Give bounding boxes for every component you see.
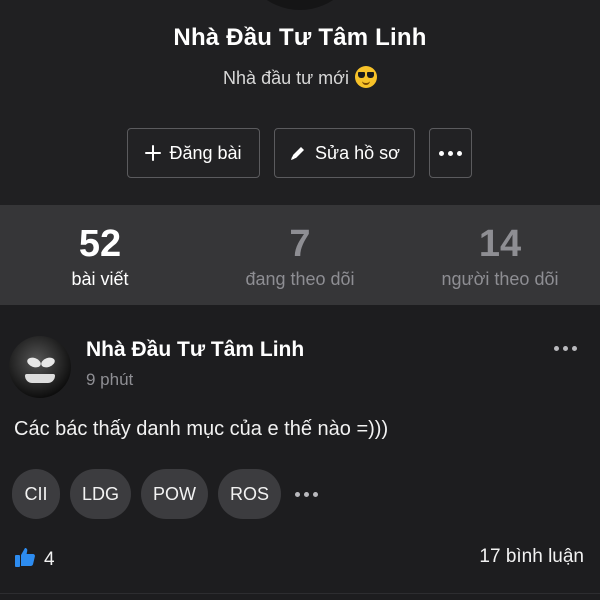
ellipsis-icon <box>554 346 577 351</box>
profile-bio: Nhà đầu tư mới <box>0 66 600 89</box>
like-button[interactable]: 4 <box>14 546 55 573</box>
ellipsis-icon <box>295 491 319 497</box>
profile-name: Nhà Đầu Tư Tâm Linh <box>173 24 427 51</box>
more-options-button[interactable] <box>429 128 472 178</box>
stat-posts-label: bài viết <box>71 269 129 289</box>
more-tags-button[interactable] <box>295 491 319 497</box>
profile-stats: 52 bài viết 7 đang theo dõi 14 người the… <box>0 205 600 305</box>
stat-followers-label: người theo dõi <box>441 269 559 289</box>
stat-following-label: đang theo dõi <box>245 269 355 289</box>
pencil-icon <box>289 144 307 162</box>
profile-bio-text: Nhà đầu tư mới <box>223 68 349 88</box>
create-post-button[interactable]: Đăng bài <box>127 128 260 178</box>
create-post-label: Đăng bài <box>169 142 242 163</box>
post-timestamp: 9 phút <box>86 370 134 389</box>
edit-profile-button[interactable]: Sửa hồ sơ <box>274 128 415 178</box>
profile-avatar[interactable] <box>240 0 360 10</box>
edit-profile-label: Sửa hồ sơ <box>315 142 400 163</box>
profile-header: Nhà Đầu Tư Tâm Linh Nhà đầu tư mới Đăng … <box>0 0 600 205</box>
ellipsis-icon <box>439 150 462 156</box>
like-count: 4 <box>44 548 55 570</box>
post-author-name[interactable]: Nhà Đầu Tư Tâm Linh <box>86 338 304 362</box>
post-ticker-tags: CII LDG POW ROS <box>12 469 319 519</box>
divider <box>0 593 600 594</box>
smiling-face-with-sunglasses-icon <box>354 66 377 88</box>
stat-following-count: 7 <box>289 223 311 265</box>
plus-icon <box>145 145 162 161</box>
ticker-tag[interactable]: POW <box>141 469 209 519</box>
stat-followers-count: 14 <box>478 223 522 265</box>
thumbs-up-icon <box>14 546 36 573</box>
post-content: Các bác thấy danh mục của e thế nào =))) <box>14 418 389 440</box>
post-more-button[interactable] <box>554 346 577 351</box>
ticker-tag[interactable]: CII <box>12 469 60 519</box>
post-author-avatar[interactable] <box>9 336 71 398</box>
comments-link[interactable]: 17 bình luận <box>479 546 584 568</box>
stat-posts-count: 52 <box>78 223 122 265</box>
ticker-tag[interactable]: ROS <box>218 469 282 519</box>
ticker-tag[interactable]: LDG <box>70 469 132 519</box>
